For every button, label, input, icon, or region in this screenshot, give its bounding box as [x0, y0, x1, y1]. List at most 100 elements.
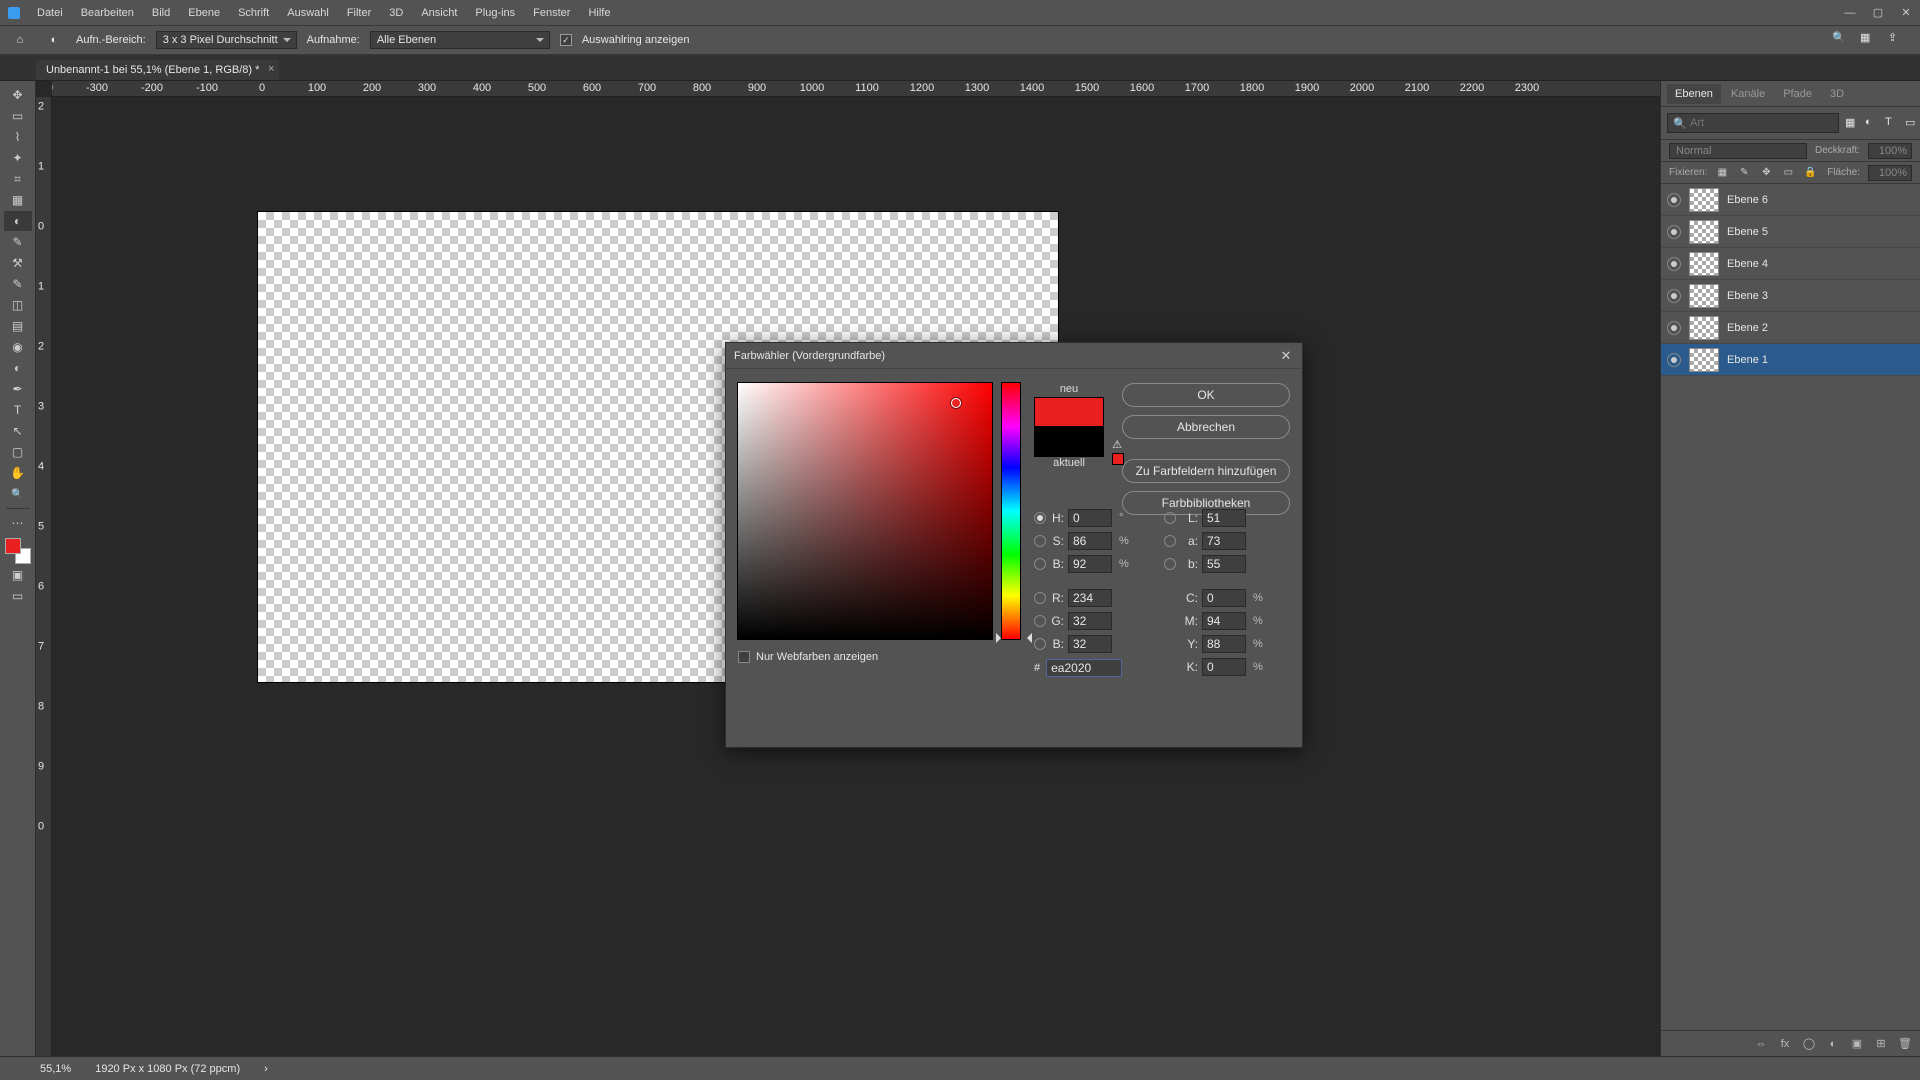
layer-row[interactable]: Ebene 6 [1661, 184, 1920, 216]
quickmask-icon[interactable]: ▣ [4, 565, 32, 585]
b-radio[interactable] [1164, 558, 1176, 570]
l-input[interactable] [1202, 509, 1246, 527]
c-input[interactable] [1202, 589, 1246, 607]
share-icon[interactable]: ⇪ [1888, 31, 1906, 49]
tab-ebenen[interactable]: Ebenen [1667, 84, 1721, 104]
dodge-tool[interactable] [4, 358, 32, 378]
layer-name[interactable]: Ebene 2 [1727, 322, 1768, 334]
hue-arrow-left-icon[interactable] [996, 633, 1006, 643]
tab-kanaele[interactable]: Kanäle [1723, 84, 1773, 104]
layer-row[interactable]: Ebene 5 [1661, 216, 1920, 248]
bri-input[interactable] [1068, 555, 1112, 573]
window-maximize-icon[interactable]: ▢ [1864, 0, 1892, 25]
layer-name[interactable]: Ebene 4 [1727, 258, 1768, 270]
cancel-button[interactable]: Abbrechen [1122, 415, 1290, 439]
new-layer-icon[interactable]: ⊞ [1874, 1037, 1888, 1051]
layer-visibility-icon[interactable] [1667, 353, 1681, 367]
zoom-level[interactable]: 55,1% [40, 1063, 71, 1075]
crop-tool[interactable] [4, 169, 32, 189]
hue-arrow-right-icon[interactable] [1022, 633, 1032, 643]
layer-filter-input[interactable] [1667, 113, 1839, 133]
r-radio[interactable] [1034, 592, 1046, 604]
layer-visibility-icon[interactable] [1667, 321, 1681, 335]
sample-from-dropdown[interactable]: Alle Ebenen [370, 31, 550, 49]
filter-adjust-icon[interactable]: ◐ [1865, 116, 1879, 130]
blend-mode-dropdown[interactable]: Normal [1669, 143, 1807, 159]
tab-3d[interactable]: 3D [1822, 84, 1852, 104]
add-swatch-button[interactable]: Zu Farbfeldern hinzufügen [1122, 459, 1290, 483]
menu-3d[interactable]: 3D [382, 7, 410, 19]
wand-tool[interactable] [4, 148, 32, 168]
dialog-close-icon[interactable]: ✕ [1278, 348, 1294, 364]
layer-name[interactable]: Ebene 5 [1727, 226, 1768, 238]
filter-type-icon[interactable]: T [1885, 116, 1899, 130]
fx-icon[interactable]: fx [1778, 1037, 1792, 1051]
window-minimize-icon[interactable]: — [1836, 0, 1864, 25]
eyedropper-tool[interactable] [4, 211, 32, 231]
k-input[interactable] [1202, 658, 1246, 676]
layer-name[interactable]: Ebene 3 [1727, 290, 1768, 302]
layer-thumbnail[interactable] [1689, 220, 1719, 244]
layer-thumbnail[interactable] [1689, 188, 1719, 212]
menu-bearbeiten[interactable]: Bearbeiten [74, 7, 141, 19]
layer-visibility-icon[interactable] [1667, 257, 1681, 271]
menu-filter[interactable]: Filter [340, 7, 378, 19]
eyedropper-icon[interactable] [42, 28, 66, 52]
layer-name[interactable]: Ebene 1 [1727, 354, 1768, 366]
a-input[interactable] [1202, 532, 1246, 550]
layer-visibility-icon[interactable] [1667, 225, 1681, 239]
g-radio[interactable] [1034, 615, 1046, 627]
ok-button[interactable]: OK [1122, 383, 1290, 407]
menu-ansicht[interactable]: Ansicht [414, 7, 464, 19]
eraser-tool[interactable] [4, 295, 32, 315]
menu-datei[interactable]: Datei [30, 7, 70, 19]
screenmode-icon[interactable]: ▭ [4, 586, 32, 606]
zoom-tool[interactable] [4, 484, 32, 504]
color-swatch[interactable] [5, 538, 31, 564]
hue-input[interactable] [1068, 509, 1112, 527]
layer-visibility-icon[interactable] [1667, 193, 1681, 207]
document-tab-close-icon[interactable]: × [268, 63, 274, 75]
bval-radio[interactable] [1034, 638, 1046, 650]
menu-fenster[interactable]: Fenster [526, 7, 577, 19]
lock-transparency-icon[interactable]: ▦ [1715, 166, 1729, 180]
link-layers-icon[interactable]: ⇔ [1754, 1037, 1768, 1051]
home-icon[interactable] [8, 28, 32, 52]
shape-tool[interactable] [4, 442, 32, 462]
hue-strip[interactable] [1002, 383, 1020, 639]
menu-auswahl[interactable]: Auswahl [280, 7, 336, 19]
pen-tool[interactable] [4, 379, 32, 399]
search-icon[interactable] [1832, 31, 1850, 49]
adjustment-icon[interactable]: ◐ [1826, 1037, 1840, 1051]
filter-pixel-icon[interactable]: ▦ [1845, 116, 1859, 130]
brush-tool[interactable] [4, 232, 32, 252]
hue-radio[interactable] [1034, 512, 1046, 524]
doc-dimensions[interactable]: 1920 Px x 1080 Px (72 ppcm) [95, 1063, 240, 1075]
sample-size-dropdown[interactable]: 3 x 3 Pixel Durchschnitt [156, 31, 297, 49]
text-tool[interactable] [4, 400, 32, 420]
layer-thumbnail[interactable] [1689, 252, 1719, 276]
menu-plugins[interactable]: Plug-ins [468, 7, 522, 19]
menu-bild[interactable]: Bild [145, 7, 177, 19]
layer-name[interactable]: Ebene 6 [1727, 194, 1768, 206]
bval-input[interactable] [1068, 635, 1112, 653]
show-ring-checkbox[interactable]: ✓ [560, 34, 572, 46]
layer-row[interactable]: Ebene 1 [1661, 344, 1920, 376]
l-radio[interactable] [1164, 512, 1176, 524]
layer-row[interactable]: Ebene 4 [1661, 248, 1920, 280]
group-icon[interactable]: ▣ [1850, 1037, 1864, 1051]
lock-pixels-icon[interactable]: ✎ [1737, 166, 1751, 180]
filter-shape-icon[interactable]: ▭ [1905, 116, 1919, 130]
y-input[interactable] [1202, 635, 1246, 653]
dialog-titlebar[interactable]: Farbwähler (Vordergrundfarbe) ✕ [726, 343, 1302, 369]
lock-artboard-icon[interactable]: ▭ [1781, 166, 1795, 180]
layer-row[interactable]: Ebene 3 [1661, 280, 1920, 312]
menu-schrift[interactable]: Schrift [231, 7, 276, 19]
workspace-icon[interactable]: ▦ [1860, 31, 1878, 49]
g-input[interactable] [1068, 612, 1112, 630]
menu-ebene[interactable]: Ebene [181, 7, 227, 19]
m-input[interactable] [1202, 612, 1246, 630]
layer-thumbnail[interactable] [1689, 348, 1719, 372]
bri-radio[interactable] [1034, 558, 1046, 570]
web-only-checkbox[interactable] [738, 651, 750, 663]
